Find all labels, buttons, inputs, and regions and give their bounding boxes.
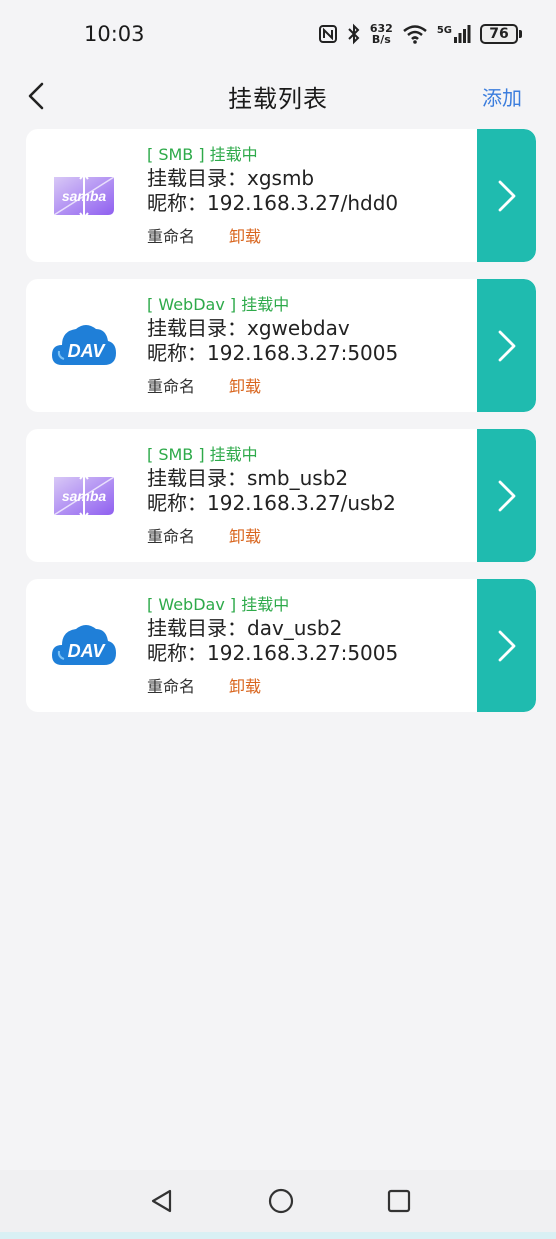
mount-actions: 重命名 卸载 xyxy=(147,373,398,397)
open-mount-button[interactable] xyxy=(477,579,536,712)
bluetooth-icon xyxy=(348,23,360,45)
svg-text:DAV: DAV xyxy=(68,341,107,361)
open-mount-button[interactable] xyxy=(477,129,536,262)
mount-info: [ WebDav ] 挂载中 挂载目录：xgwebdav 昵称：192.168.… xyxy=(147,294,398,397)
unmount-button[interactable]: 卸载 xyxy=(229,673,261,697)
battery-indicator: 76 xyxy=(480,24,522,44)
mount-nickname: 昵称：192.168.3.27:5005 xyxy=(147,641,399,665)
mount-list: samba [ SMB ] 挂载中 挂载目录：xgsmb 昵称：192.168.… xyxy=(26,129,536,729)
cell-signal-icon xyxy=(454,25,471,43)
battery-level: 76 xyxy=(480,24,518,44)
signal-label: 5G xyxy=(436,25,452,36)
svg-text:DAV: DAV xyxy=(68,641,107,661)
mount-directory: 挂载目录：xgsmb xyxy=(147,166,315,190)
mount-actions: 重命名 卸载 xyxy=(147,223,398,247)
mount-info: [ WebDav ] 挂载中 挂载目录：dav_usb2 昵称：192.168.… xyxy=(147,594,398,697)
chevron-right-icon xyxy=(498,480,515,511)
samba-logo-icon: samba xyxy=(50,169,118,221)
bottom-strip xyxy=(0,1232,556,1239)
wifi-icon xyxy=(403,25,427,44)
mount-nickname: 昵称：192.168.3.27/hdd0 xyxy=(147,191,399,215)
mount-card: samba [ SMB ] 挂载中 挂载目录：xgsmb 昵称：192.168.… xyxy=(26,129,536,262)
mount-card: DAV [ WebDav ] 挂载中 挂载目录：xgwebdav 昵称：192.… xyxy=(26,279,536,412)
mount-nickname: 昵称：192.168.3.27:5005 xyxy=(147,341,399,365)
webdav-cloud-icon: DAV xyxy=(50,619,118,671)
mount-directory: 挂载目录：dav_usb2 xyxy=(147,616,343,640)
mount-info: [ SMB ] 挂载中 挂载目录：xgsmb 昵称：192.168.3.27/h… xyxy=(147,144,398,247)
back-arrow-icon[interactable] xyxy=(22,80,54,112)
mount-card: DAV [ WebDav ] 挂载中 挂载目录：dav_usb2 昵称：192.… xyxy=(26,579,536,712)
mount-nickname: 昵称：192.168.3.27/usb2 xyxy=(147,491,396,515)
mount-status: [ SMB ] 挂载中 xyxy=(147,145,258,164)
mount-actions: 重命名 卸载 xyxy=(147,673,398,697)
chevron-right-icon xyxy=(498,330,515,361)
net-speed: 632 B/s xyxy=(370,23,393,45)
mount-status: [ SMB ] 挂载中 xyxy=(147,445,258,464)
open-mount-button[interactable] xyxy=(477,429,536,562)
rename-button[interactable]: 重命名 xyxy=(147,373,195,397)
unmount-button[interactable]: 卸载 xyxy=(229,223,261,247)
system-nav-bar xyxy=(0,1170,556,1232)
mount-card: samba [ SMB ] 挂载中 挂载目录：smb_usb2 昵称：192.1… xyxy=(26,429,536,562)
signal-group: 5G xyxy=(437,25,471,43)
chevron-right-icon xyxy=(498,180,515,211)
open-mount-button[interactable] xyxy=(477,279,536,412)
rename-button[interactable]: 重命名 xyxy=(147,673,195,697)
add-button[interactable]: 添加 xyxy=(482,82,522,111)
circle-home-icon[interactable] xyxy=(268,1188,294,1214)
status-bar: 10:03 632 B/s 5G 76 xyxy=(0,0,556,68)
samba-logo-icon: samba xyxy=(50,469,118,521)
screen: 10:03 632 B/s 5G 76 挂载列表 添加 [SMB] 挂载中 … xyxy=(0,0,556,1239)
rename-button[interactable]: 重命名 xyxy=(147,223,195,247)
mount-directory: 挂载目录：xgwebdav xyxy=(147,316,350,340)
unmount-button[interactable]: 卸载 xyxy=(229,373,261,397)
nfc-icon xyxy=(318,25,337,43)
rename-button[interactable]: 重命名 xyxy=(147,523,195,547)
battery-tip xyxy=(519,30,522,38)
mount-status: [ WebDav ] 挂载中 xyxy=(147,595,290,614)
status-time: 10:03 xyxy=(84,22,145,46)
square-recent-icon[interactable] xyxy=(386,1188,412,1214)
triangle-back-icon[interactable] xyxy=(149,1188,175,1214)
status-icons: 632 B/s 5G 76 xyxy=(318,23,522,45)
page-title: 挂载列表 xyxy=(228,84,328,113)
nav-bar: 挂载列表 添加 xyxy=(0,68,556,124)
mount-actions: 重命名 卸载 xyxy=(147,523,396,547)
webdav-cloud-icon: DAV xyxy=(50,319,118,371)
mount-info: [ SMB ] 挂载中 挂载目录：smb_usb2 昵称：192.168.3.2… xyxy=(147,444,396,547)
chevron-right-icon xyxy=(498,630,515,661)
unmount-button[interactable]: 卸载 xyxy=(229,523,261,547)
mount-status: [ WebDav ] 挂载中 xyxy=(147,295,290,314)
mount-directory: 挂载目录：smb_usb2 xyxy=(147,466,349,490)
net-speed-unit: B/s xyxy=(371,33,391,46)
